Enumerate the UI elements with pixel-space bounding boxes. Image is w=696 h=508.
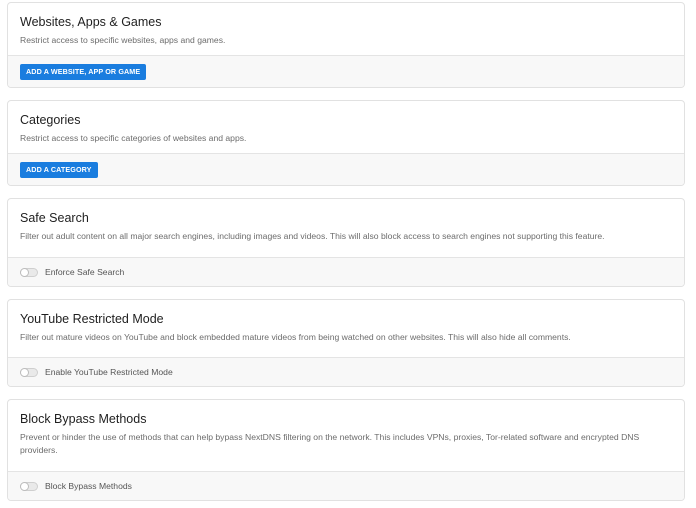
- card-footer: Enforce Safe Search: [8, 257, 684, 286]
- card-description: Prevent or hinder the use of methods tha…: [20, 432, 640, 455]
- youtube-restricted-mode-card: YouTube Restricted Mode Filter out matur…: [7, 299, 685, 387]
- safe-search-toggle-row: Enforce Safe Search: [20, 267, 124, 277]
- toggle-knob: [20, 267, 29, 277]
- safe-search-toggle[interactable]: [20, 267, 38, 277]
- toggle-label: Block Bypass Methods: [45, 481, 132, 491]
- card-description: Filter out adult content on all major se…: [20, 231, 605, 241]
- card-description: Filter out mature videos on YouTube and …: [20, 332, 571, 342]
- youtube-restricted-toggle-row: Enable YouTube Restricted Mode: [20, 367, 173, 377]
- card-title: Websites, Apps & Games: [20, 15, 162, 29]
- card-footer: ADD A CATEGORY: [8, 153, 684, 185]
- add-category-button[interactable]: ADD A CATEGORY: [20, 161, 98, 178]
- card-description: Restrict access to specific categories o…: [20, 133, 247, 143]
- card-title: Categories: [20, 113, 81, 127]
- card-title: Safe Search: [20, 211, 89, 225]
- card-footer: ADD A WEBSITE, APP OR GAME: [8, 55, 684, 87]
- card-body: Categories Restrict access to specific c…: [8, 101, 684, 145]
- safe-search-card: Safe Search Filter out adult content on …: [7, 198, 685, 287]
- card-description: Restrict access to specific websites, ap…: [20, 35, 226, 45]
- card-body: YouTube Restricted Mode Filter out matur…: [8, 300, 684, 344]
- toggle-label: Enable YouTube Restricted Mode: [45, 367, 173, 377]
- card-body: Safe Search Filter out adult content on …: [8, 199, 684, 243]
- block-bypass-methods-toggle[interactable]: [20, 481, 38, 491]
- block-bypass-toggle-row: Block Bypass Methods: [20, 481, 132, 491]
- toggle-knob: [20, 367, 29, 377]
- card-title: Block Bypass Methods: [20, 412, 147, 426]
- add-website-app-game-button[interactable]: ADD A WEBSITE, APP OR GAME: [20, 63, 147, 80]
- card-body: Websites, Apps & Games Restrict access t…: [8, 3, 684, 47]
- card-footer: Block Bypass Methods: [8, 471, 684, 500]
- categories-card: Categories Restrict access to specific c…: [7, 100, 685, 186]
- card-title: YouTube Restricted Mode: [20, 312, 164, 326]
- card-body: Block Bypass Methods Prevent or hinder t…: [8, 400, 684, 457]
- toggle-knob: [20, 481, 29, 491]
- youtube-restricted-mode-toggle[interactable]: [20, 367, 38, 377]
- toggle-label: Enforce Safe Search: [45, 267, 125, 277]
- card-footer: Enable YouTube Restricted Mode: [8, 357, 684, 386]
- block-bypass-methods-card: Block Bypass Methods Prevent or hinder t…: [7, 399, 685, 501]
- websites-apps-games-card: Websites, Apps & Games Restrict access t…: [7, 2, 685, 88]
